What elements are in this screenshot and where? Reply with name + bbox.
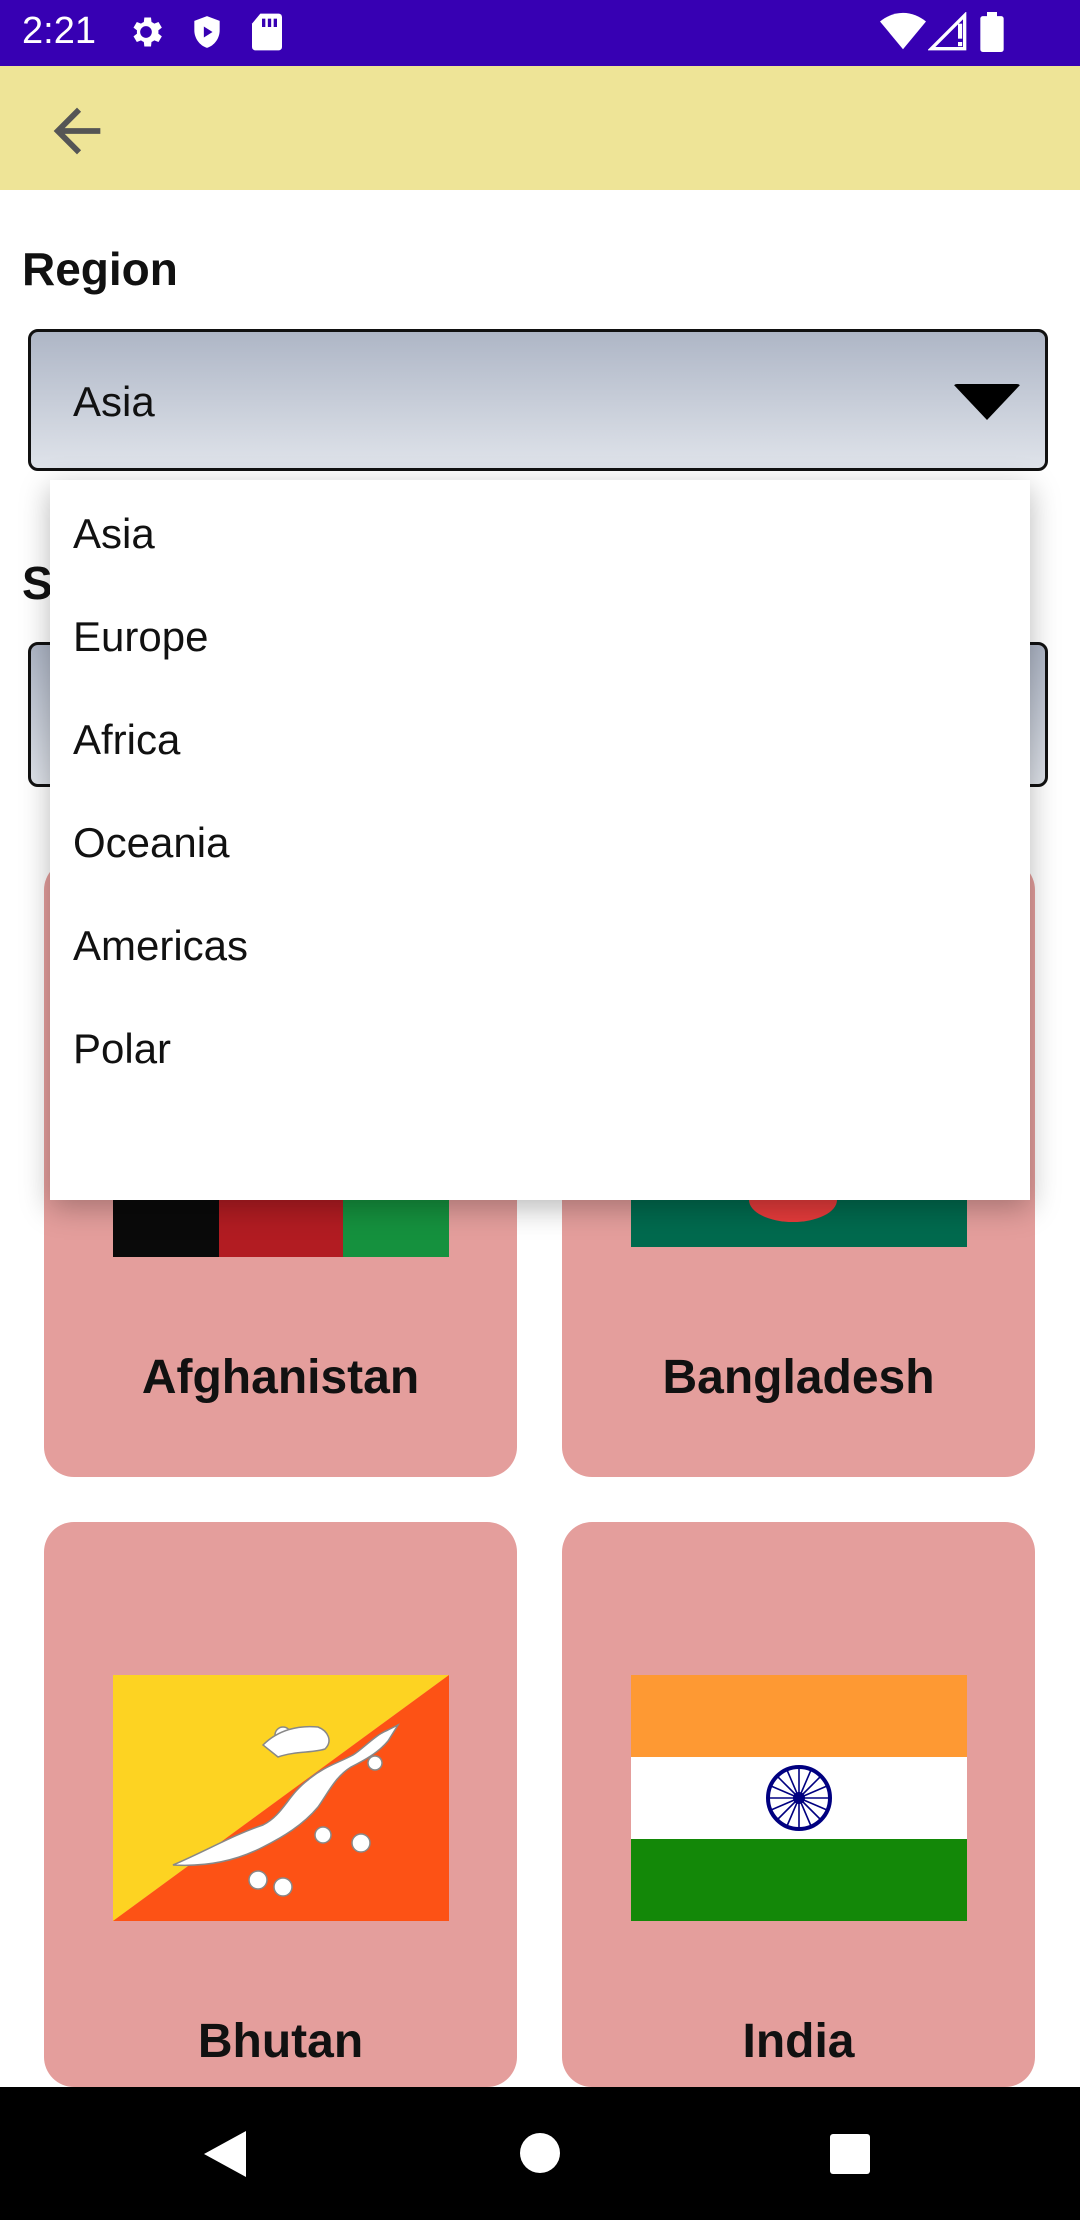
dropdown-option[interactable]: Oceania (73, 819, 229, 867)
country-name: India (742, 2015, 855, 2068)
country-name: Bhutan (197, 2015, 364, 2068)
region-selected-value: Asia (73, 378, 155, 425)
india-flag (631, 1675, 967, 1921)
signal-icon (928, 12, 967, 51)
region-label: Region (22, 243, 178, 295)
country-name: Afghanistan (141, 1351, 420, 1404)
recents-square-icon[interactable] (830, 2134, 870, 2174)
country-card[interactable]: Bhutan (44, 1522, 517, 2087)
region-select[interactable]: Asia (28, 329, 1048, 471)
wifi-icon (880, 12, 926, 50)
status-bar: 2:21 (0, 0, 1080, 66)
status-time: 2:21 (22, 10, 96, 52)
dropdown-option[interactable]: Americas (73, 922, 248, 970)
dropdown-option[interactable]: Asia (73, 510, 155, 558)
country-card[interactable]: India (562, 1522, 1035, 2087)
home-circle-icon[interactable] (519, 2132, 561, 2174)
bhutan-flag (113, 1675, 449, 1921)
country-name: Bangladesh (662, 1351, 935, 1404)
subregion-label: S (22, 557, 53, 609)
dropdown-option[interactable]: Europe (73, 613, 208, 661)
battery-icon (980, 12, 1004, 52)
app-bar (0, 66, 1080, 190)
arrow-left-icon[interactable] (42, 96, 112, 166)
shield-icon (194, 16, 220, 48)
sd-card-icon (252, 13, 282, 51)
dropdown-option[interactable]: Africa (73, 716, 180, 764)
navigation-bar (0, 2087, 1080, 2220)
dropdown-caret-icon (953, 384, 1021, 420)
region-dropdown-menu: Asia Europe Africa Oceania Americas Pola… (50, 480, 1030, 1200)
back-triangle-icon[interactable] (204, 2131, 246, 2177)
dropdown-option[interactable]: Polar (73, 1025, 171, 1073)
gear-icon (133, 17, 162, 47)
